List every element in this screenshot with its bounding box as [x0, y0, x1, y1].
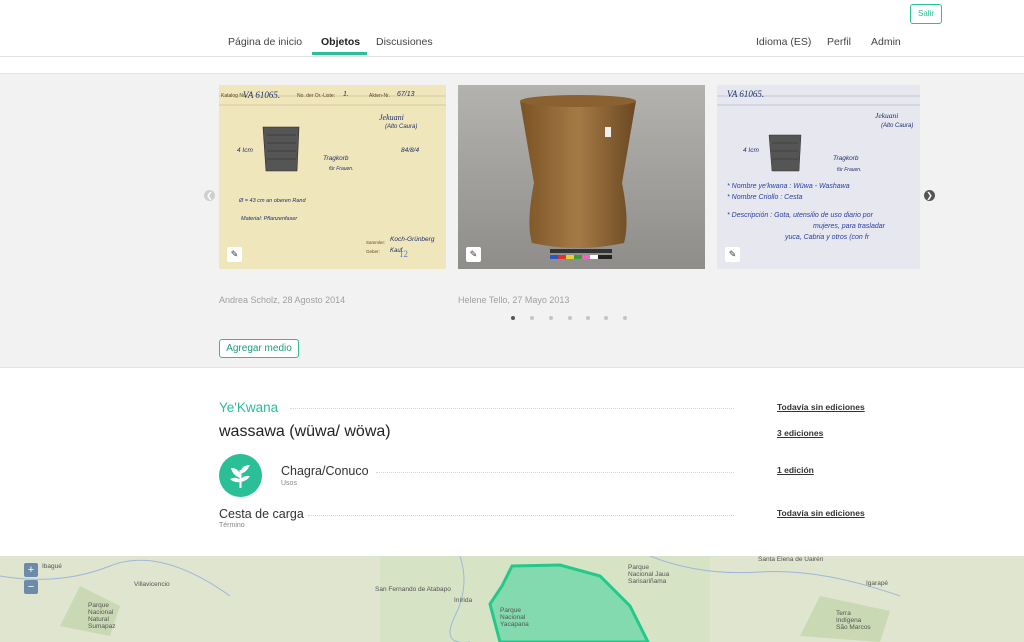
map[interactable]: + − Ibagué Villavicencio Parque Nacional… [0, 556, 1024, 642]
object-word-title: wassawa (wüwa/ wöwa) [219, 423, 391, 440]
term-edits-link[interactable]: Todavía sin ediciones [777, 508, 865, 518]
language-edits-link[interactable]: Todavía sin ediciones [777, 402, 865, 412]
nav-profile[interactable]: Perfil [827, 36, 851, 48]
card3-line3: * Descripción : Gota, utensilio de uso d… [727, 212, 873, 219]
map-label: Ibagué [42, 563, 62, 570]
gallery-prev-button[interactable]: ❮ [204, 190, 215, 201]
pencil-icon: ✎ [469, 249, 478, 259]
basket-photo-image [458, 85, 705, 269]
card1-name: Tragkorb [323, 155, 349, 162]
card1-akten-label: Akten-Nr. [369, 93, 390, 99]
map-label: Igarapé [866, 580, 889, 587]
card1-region: (Alto Caura) [385, 124, 418, 130]
pagination-dot[interactable] [511, 316, 515, 320]
nav-discussions[interactable]: Discusiones [376, 36, 433, 48]
map-label: Parque Nacional Natural Sumapaz [88, 602, 116, 630]
card1-date-code: 84/8/4 [401, 147, 420, 154]
uses-label: Usos [281, 480, 297, 487]
word-edits-link[interactable]: 3 ediciones [777, 428, 823, 438]
edit-media-button[interactable]: ✎ [227, 247, 242, 262]
card1-ortliste-value: 1. [343, 91, 349, 98]
map-label: Terra Indígena São Marcos [836, 610, 871, 631]
pagination-dot[interactable] [568, 316, 572, 320]
card3-height: 4 Icm [743, 147, 759, 154]
pagination-dot[interactable] [604, 316, 608, 320]
card1-geber-label: Geber: [366, 249, 380, 254]
card1-height: 4 Icm [237, 147, 253, 154]
media-item-catalog-card[interactable]: 12 Katalog No. VA 61065. No. der Or.-Lis… [219, 85, 446, 269]
plant-icon [219, 454, 262, 497]
card3-katalog-value: VA 61065. [727, 89, 765, 99]
card3-line4: mujeres, para trasladar [813, 223, 885, 230]
nav-language[interactable]: Idioma (ES) [756, 36, 811, 48]
card1-sammler-value: Koch-Grünberg [390, 236, 435, 243]
uses-value: Chagra/Conuco [281, 464, 369, 478]
map-label: Villavicencio [134, 581, 170, 588]
card3-name: Tragkorb [833, 155, 859, 162]
nav-objects[interactable]: Objetos [321, 36, 360, 48]
pagination-dot[interactable] [549, 316, 553, 320]
pagination-dot[interactable] [623, 316, 627, 320]
card3-line1: * Nombre ye'kwana : Wüwa - Washawa [727, 183, 850, 190]
pencil-icon: ✎ [230, 249, 239, 259]
pagination-dot[interactable] [586, 316, 590, 320]
card1-material: Material: Pflanzenfaser [241, 216, 298, 222]
row-divider [376, 472, 734, 473]
gallery-next-button[interactable]: ❯ [924, 190, 935, 201]
map-zoom-in-button[interactable]: + [24, 563, 38, 577]
media-item-annotated-card[interactable]: VA 61065. Jekuani (Alto Caura) 4 Icm Tra… [717, 85, 920, 269]
card1-dims: Ø = 43 cm an oberen Rand [239, 198, 306, 204]
map-label: Parque Nacional Jaua Sarisariñama [628, 564, 670, 585]
card1-geber-value: Kauf. [390, 248, 405, 254]
uses-edits-link[interactable]: 1 edición [777, 465, 814, 475]
row-divider [308, 515, 734, 516]
active-tab-indicator [312, 52, 367, 55]
logout-button[interactable]: Salir [910, 4, 942, 24]
top-bar: Salir Página de inicio Objetos Discusion… [0, 0, 1024, 57]
card1-tribe: Jekuani [379, 113, 404, 122]
media-caption: Andrea Scholz, 28 Agosto 2014 [219, 295, 346, 305]
card3-region: (Alto Caura) [881, 123, 914, 129]
pagination-dot[interactable] [530, 316, 534, 320]
card3-tribe: Jekuani [875, 111, 899, 120]
language-title: Ye'Kwana [219, 400, 279, 415]
card3-line2: * Nombre Criollo : Cesta [727, 194, 803, 201]
nav-home[interactable]: Página de inicio [228, 36, 302, 48]
nav-admin[interactable]: Admin [871, 36, 901, 48]
card1-for: für Frauen. [329, 166, 354, 172]
map-label: Parque Nacional Yacapana [500, 607, 529, 628]
card1-katalog-value: VA 61065. [243, 90, 281, 100]
term-value: Cesta de carga [219, 507, 304, 521]
edit-media-button[interactable]: ✎ [725, 247, 740, 262]
pencil-icon: ✎ [728, 249, 737, 259]
card1-ortliste-label: No. der Or.-Liste: [297, 93, 336, 99]
media-item-basket-photo[interactable]: ✎ [458, 85, 705, 269]
map-label: Inírida [454, 597, 473, 604]
card3-for: für Frauen. [837, 167, 862, 173]
media-caption: Helene Tello, 27 Mayo 2013 [458, 295, 570, 305]
add-media-button[interactable]: Agregar medio [219, 339, 299, 358]
edit-media-button[interactable]: ✎ [466, 247, 481, 262]
card1-akten-value: 67/13 [397, 91, 415, 98]
map-zoom-out-button[interactable]: − [24, 580, 38, 594]
row-divider [290, 408, 734, 409]
term-label: Término [219, 522, 245, 529]
card3-line5: yuca, Cabria y otros (con fr [785, 234, 870, 241]
map-label: Santa Elena de Uairén [758, 556, 824, 563]
card1-sammler-label: Sammler: [366, 240, 386, 245]
map-label: San Fernando de Atabapo [375, 586, 451, 593]
